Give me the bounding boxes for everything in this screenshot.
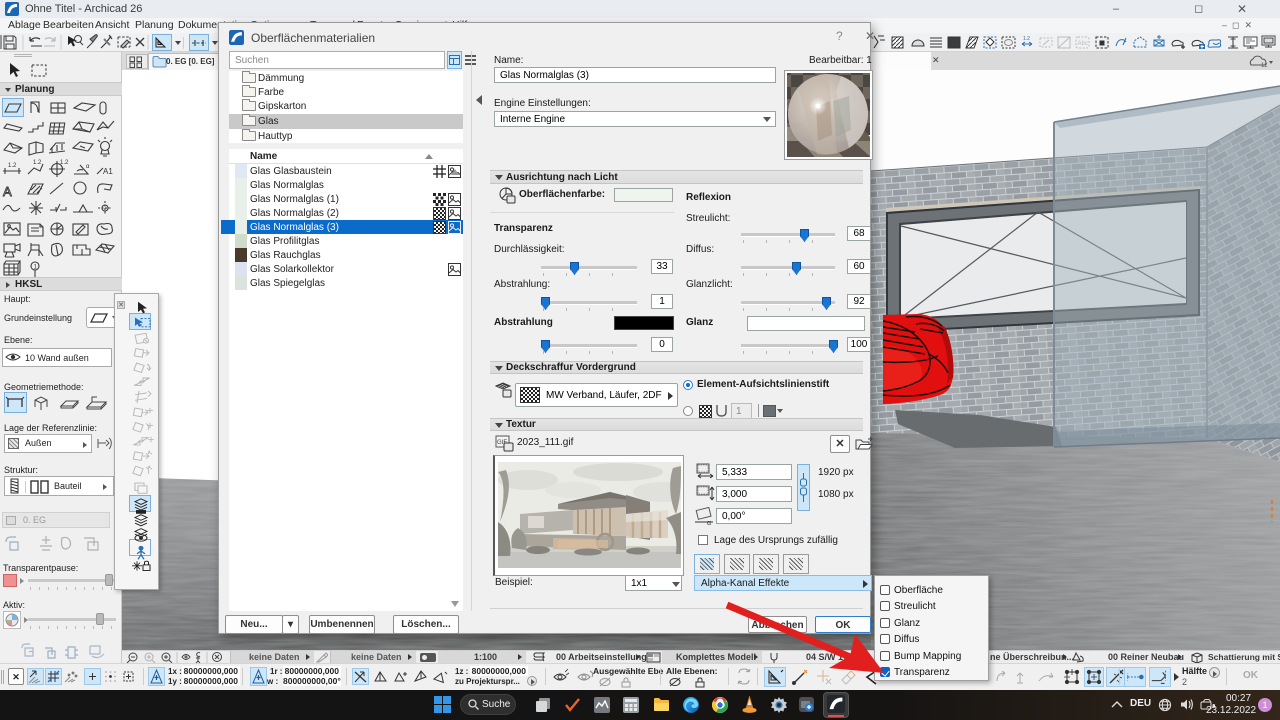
svg-text:1.2: 1.2: [33, 160, 42, 166]
svg-text:1.2: 1.2: [8, 163, 17, 169]
svg-text:1.2: 1.2: [1023, 36, 1030, 42]
svg-text:1z: 1z: [1261, 63, 1267, 68]
svg-text:A: A: [3, 184, 12, 199]
svg-text:α: α: [86, 164, 90, 170]
svg-text:A1: A1: [103, 167, 113, 176]
svg-text:α: α: [707, 520, 711, 525]
svg-text:1.2: 1.2: [60, 160, 69, 166]
svg-text:Abc: Abc: [1078, 41, 1088, 47]
